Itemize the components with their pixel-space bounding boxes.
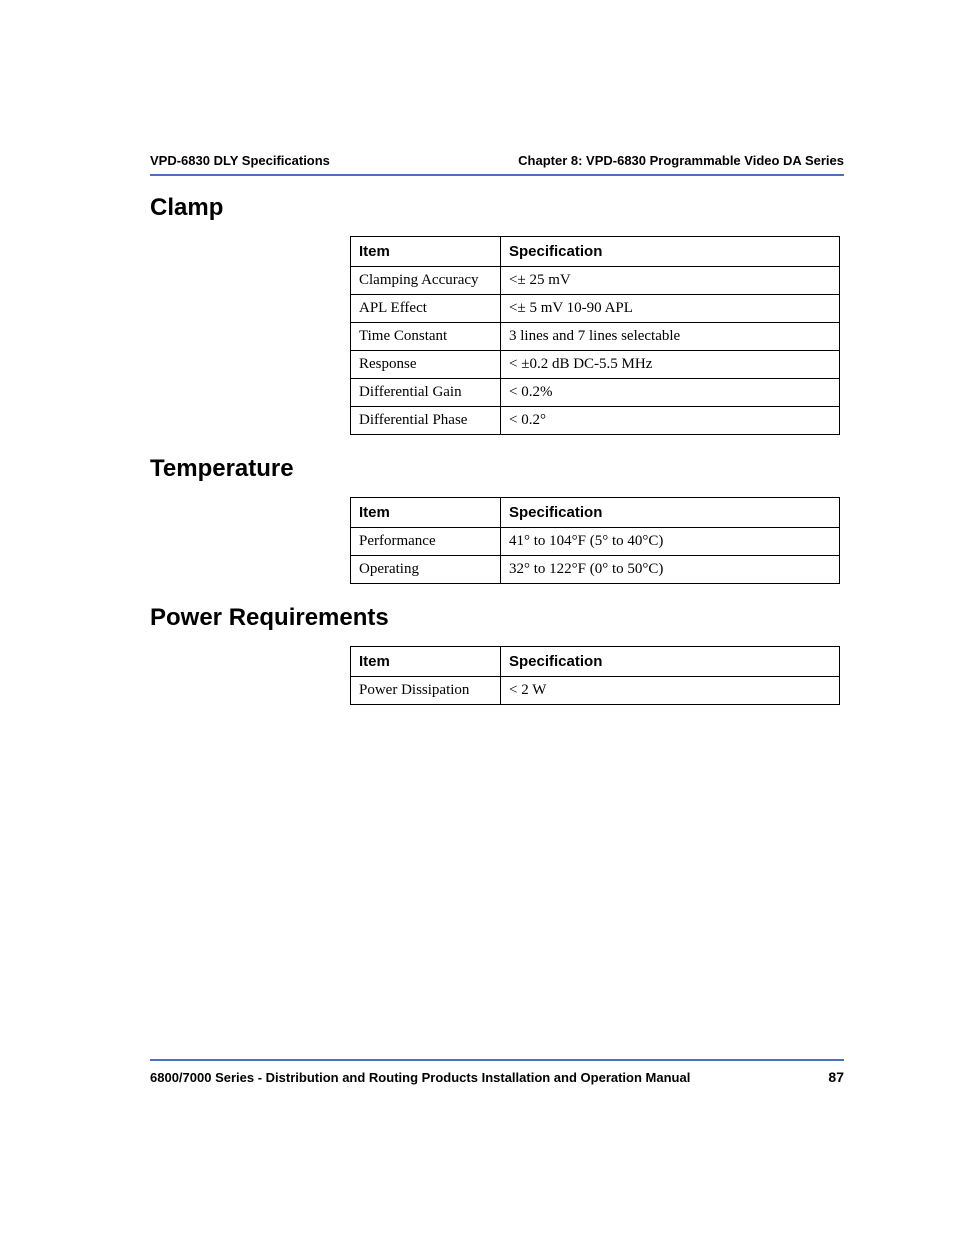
table-row: Performance 41° to 104°F (5° to 40°C) (351, 528, 840, 556)
cell-item: Response (351, 351, 501, 379)
cell-spec: < ±0.2 dB DC-5.5 MHz (501, 351, 840, 379)
header-left: VPD-6830 DLY Specifications (150, 153, 330, 168)
col-header-spec: Specification (501, 237, 840, 267)
cell-spec: 3 lines and 7 lines selectable (501, 323, 840, 351)
col-header-item: Item (351, 237, 501, 267)
page-footer: 6800/7000 Series - Distribution and Rout… (150, 1059, 844, 1085)
cell-spec: 32° to 122°F (0° to 50°C) (501, 556, 840, 584)
table-header-row: Item Specification (351, 237, 840, 267)
page-header: VPD-6830 DLY Specifications Chapter 8: V… (150, 153, 844, 176)
cell-item: Time Constant (351, 323, 501, 351)
cell-spec: <± 25 mV (501, 267, 840, 295)
header-right: Chapter 8: VPD-6830 Programmable Video D… (518, 153, 844, 168)
cell-item: Performance (351, 528, 501, 556)
col-header-item: Item (351, 498, 501, 528)
table-row: Time Constant 3 lines and 7 lines select… (351, 323, 840, 351)
table-row: Differential Phase < 0.2° (351, 407, 840, 435)
cell-item: Operating (351, 556, 501, 584)
table-row: Operating 32° to 122°F (0° to 50°C) (351, 556, 840, 584)
cell-item: Power Dissipation (351, 677, 501, 705)
temperature-table: Item Specification Performance 41° to 10… (350, 497, 840, 584)
table-header-row: Item Specification (351, 647, 840, 677)
page-number: 87 (828, 1069, 844, 1085)
section-heading-power: Power Requirements (150, 604, 844, 632)
cell-spec: < 0.2% (501, 379, 840, 407)
col-header-item: Item (351, 647, 501, 677)
cell-spec: < 0.2° (501, 407, 840, 435)
table-row: APL Effect <± 5 mV 10-90 APL (351, 295, 840, 323)
table-row: Differential Gain < 0.2% (351, 379, 840, 407)
table-row: Power Dissipation < 2 W (351, 677, 840, 705)
col-header-spec: Specification (501, 647, 840, 677)
power-table: Item Specification Power Dissipation < 2… (350, 646, 840, 705)
table-row: Clamping Accuracy <± 25 mV (351, 267, 840, 295)
cell-spec: 41° to 104°F (5° to 40°C) (501, 528, 840, 556)
section-heading-temperature: Temperature (150, 455, 844, 483)
cell-item: Differential Gain (351, 379, 501, 407)
cell-item: APL Effect (351, 295, 501, 323)
col-header-spec: Specification (501, 498, 840, 528)
cell-item: Clamping Accuracy (351, 267, 501, 295)
footer-title: 6800/7000 Series - Distribution and Rout… (150, 1070, 690, 1085)
cell-spec: <± 5 mV 10-90 APL (501, 295, 840, 323)
cell-item: Differential Phase (351, 407, 501, 435)
clamp-table: Item Specification Clamping Accuracy <± … (350, 236, 840, 435)
section-heading-clamp: Clamp (150, 194, 844, 222)
table-row: Response < ±0.2 dB DC-5.5 MHz (351, 351, 840, 379)
cell-spec: < 2 W (501, 677, 840, 705)
table-header-row: Item Specification (351, 498, 840, 528)
